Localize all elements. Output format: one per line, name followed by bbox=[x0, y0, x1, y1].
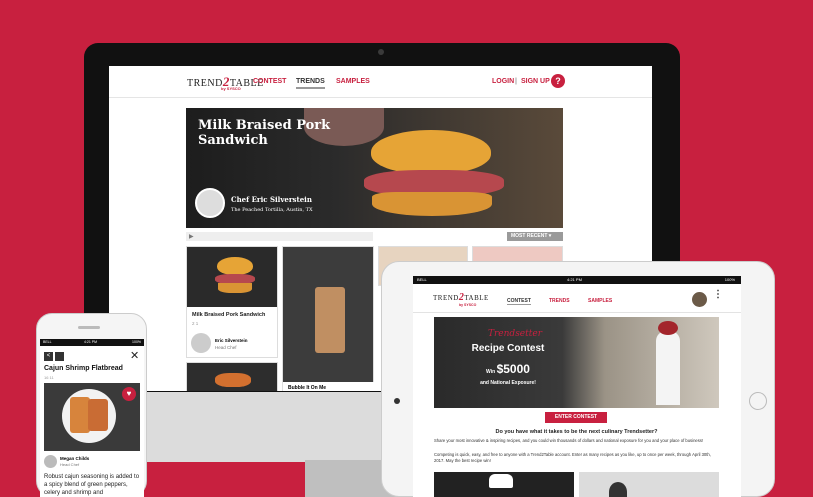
card-title: Milk Braised Pork Sandwich bbox=[192, 312, 266, 318]
phone-speaker bbox=[78, 326, 100, 329]
signup-link[interactable]: SIGN UP bbox=[521, 78, 550, 85]
tablet-user-avatar[interactable] bbox=[692, 292, 707, 307]
nav-samples[interactable]: SAMPLES bbox=[336, 78, 370, 85]
recipe-card[interactable]: Bubble It On Me bbox=[282, 246, 375, 391]
hero-title: Milk Braised Pork Sandwich bbox=[198, 118, 331, 148]
drink-glass-image bbox=[315, 287, 345, 353]
phone-chef-role: Head Chef bbox=[60, 462, 80, 467]
tablet-home-button[interactable] bbox=[749, 392, 767, 410]
share-icon[interactable]: < bbox=[44, 352, 53, 361]
tablet-status-bar: BELL 4:21 PM 100% bbox=[413, 276, 741, 284]
card-title: Bubble It On Me bbox=[283, 382, 375, 391]
contest-prize: Win $5000 bbox=[486, 362, 530, 376]
phone-chef-avatar bbox=[44, 455, 57, 468]
login-link[interactable]: LOGIN bbox=[492, 78, 514, 85]
phone-recipe-stats: 16 11 bbox=[44, 375, 54, 380]
burger-top-bun bbox=[371, 130, 491, 174]
nav-contest[interactable]: CONTEST bbox=[253, 78, 286, 85]
tag-filter-bar[interactable] bbox=[186, 232, 373, 241]
recipe-card[interactable] bbox=[186, 362, 278, 391]
contest-banner[interactable]: Trendsetter Recipe Contest Win $5000 and… bbox=[434, 317, 719, 408]
tablet-more-icon[interactable]: ⋮ bbox=[713, 290, 723, 300]
contest-paragraph-1: Share your most innovative & inspiring r… bbox=[434, 438, 704, 443]
hero-chef-name: Chef Eric Silverstein bbox=[231, 195, 312, 204]
tablet-camera bbox=[394, 398, 400, 404]
save-icon[interactable] bbox=[55, 352, 64, 361]
chef-avatar bbox=[195, 188, 225, 218]
contest-image-right bbox=[579, 472, 719, 497]
tag-icon: ▶ bbox=[189, 234, 194, 240]
contest-prize-suffix: and National Exposure! bbox=[480, 380, 536, 386]
contest-script-title: Trendsetter bbox=[488, 329, 542, 339]
card-chef-avatar bbox=[191, 333, 211, 353]
contest-question: Do you have what it takes to be the next… bbox=[495, 429, 658, 435]
contest-image-left bbox=[434, 472, 574, 497]
chef-figure-image bbox=[656, 331, 680, 405]
card-stats: 2 1 bbox=[192, 321, 199, 326]
tablet-screen: BELL 4:21 PM 100% TREND2TABLE by SYSCO C… bbox=[413, 276, 741, 497]
tablet-header-divider bbox=[413, 312, 741, 313]
chef-hair-image bbox=[658, 321, 678, 335]
camera-dot bbox=[378, 49, 384, 55]
phone-recipe-title: Cajun Shrimp Flatbread bbox=[44, 365, 123, 372]
tablet-logo[interactable]: TREND2TABLE bbox=[433, 292, 489, 303]
contest-title: Recipe Contest bbox=[471, 343, 545, 354]
sort-dropdown[interactable]: MOST RECENT ▾ bbox=[507, 232, 563, 241]
phone-status-bar: BELL 4:21 PM 100% bbox=[40, 339, 144, 346]
nav-separator: | bbox=[515, 78, 517, 85]
favorite-heart-icon[interactable]: ♥ bbox=[122, 387, 136, 401]
phone-chef-name: Megan Childs bbox=[60, 456, 90, 461]
phone-screen: BELL 4:21 PM 100% < ✕ Cajun Shrimp Flatb… bbox=[40, 339, 144, 497]
card-chef-name: Eric Silverstein bbox=[215, 338, 248, 343]
contest-paragraph-2: Competing is quick, easy, and free to an… bbox=[434, 452, 711, 463]
hero-chef-place: The Peached Tortilla, Austin, TX bbox=[231, 207, 313, 213]
nav-trends[interactable]: TRENDS bbox=[296, 78, 325, 89]
hero-banner[interactable]: Milk Braised Pork Sandwich Chef Eric Sil… bbox=[186, 108, 563, 228]
tablet-logo-by: by SYSCO bbox=[459, 303, 477, 307]
card-chef-role: Head Chef bbox=[215, 345, 237, 350]
help-icon[interactable]: ? bbox=[551, 74, 565, 88]
tablet-nav-samples[interactable]: SAMPLES bbox=[588, 298, 612, 304]
desktop-logo-by: by SYSCO bbox=[221, 86, 241, 91]
burger-bottom-bun bbox=[372, 192, 492, 216]
card-image bbox=[187, 247, 277, 307]
close-icon[interactable]: ✕ bbox=[130, 349, 139, 362]
recipe-card[interactable]: Milk Braised Pork Sandwich 2 1 Eric Silv… bbox=[186, 246, 278, 358]
phone-recipe-description: Robust cajun seasoning is added to a spi… bbox=[44, 474, 140, 496]
tablet-nav-contest[interactable]: CONTEST bbox=[507, 298, 531, 305]
tablet-nav-trends[interactable]: TRENDS bbox=[549, 298, 570, 304]
enter-contest-button[interactable]: ENTER CONTEST bbox=[545, 412, 607, 423]
